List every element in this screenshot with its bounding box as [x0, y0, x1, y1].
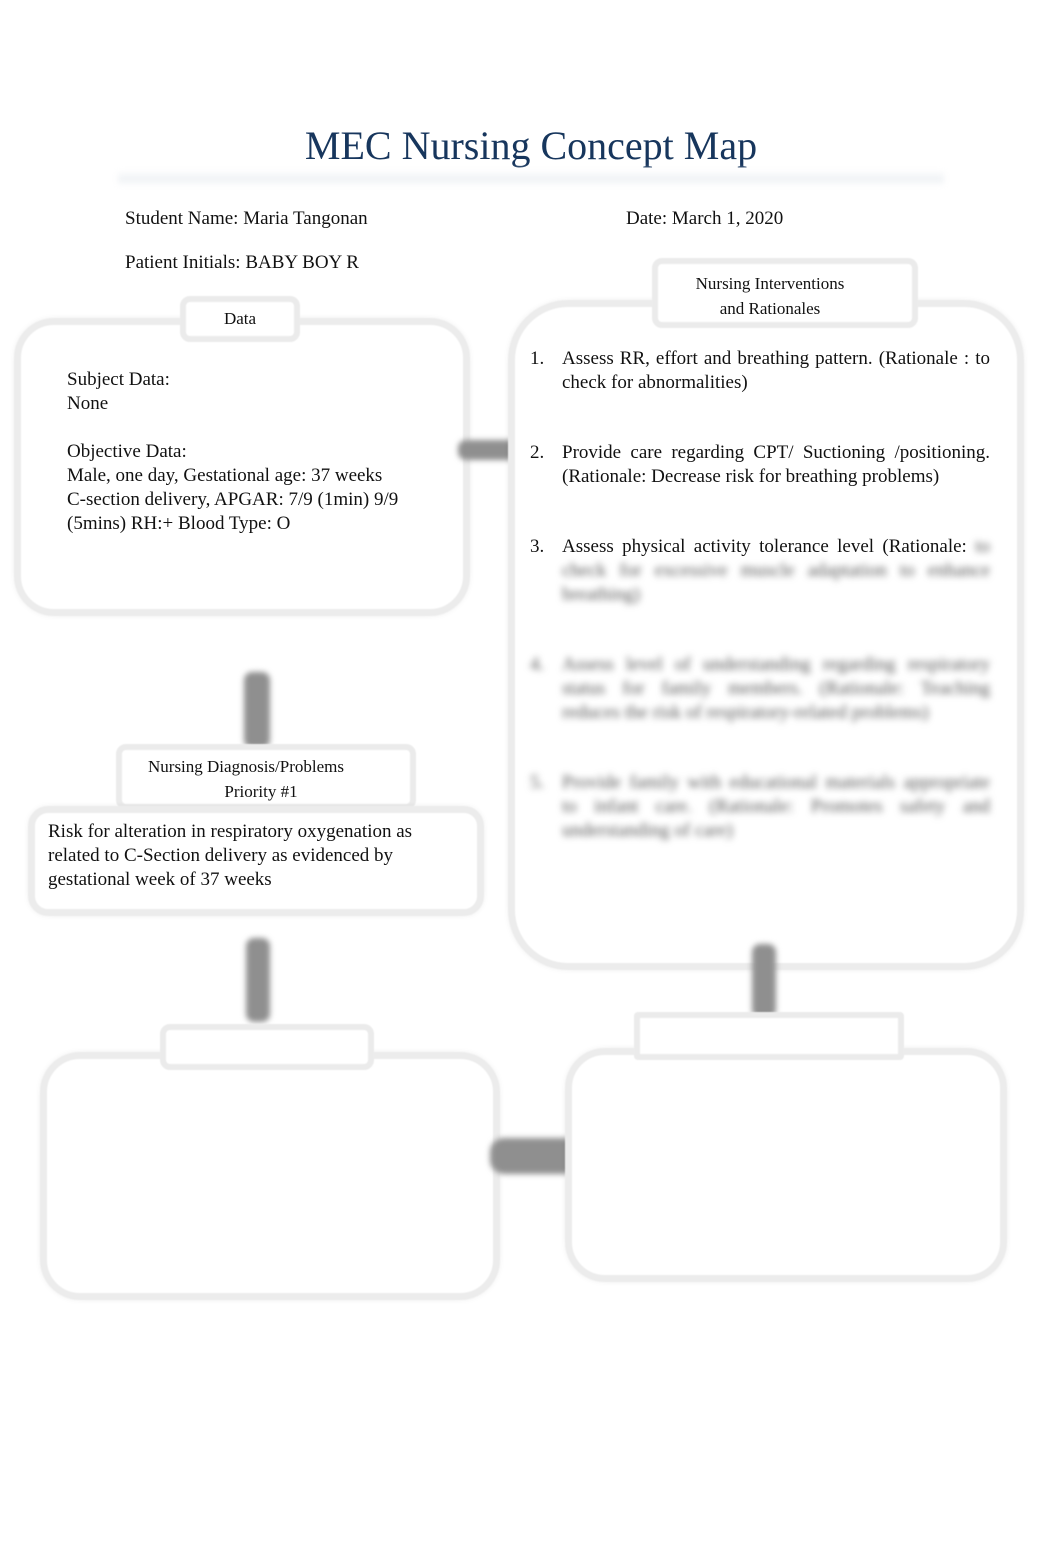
- intervention-item: 3. Assess physical activity tolerance le…: [530, 535, 990, 607]
- diagnosis-tab-label: Nursing Diagnosis/Problems Priority #1: [116, 754, 376, 804]
- intervention-text: Provide care regarding CPT/ Suctioning /…: [562, 442, 990, 487]
- intervention-item: 1. Assess RR, effort and breathing patte…: [530, 347, 990, 395]
- interventions-tab-label: Nursing Interventions and Rationales: [652, 271, 888, 321]
- vertical-arrow-connector: [246, 938, 270, 1022]
- interventions-list: 1. Assess RR, effort and breathing patte…: [530, 347, 990, 843]
- intervention-text-hidden: Provide family with educational material…: [562, 772, 990, 841]
- title-divider: [118, 170, 944, 186]
- intervention-text: Assess physical activity tolerance level…: [562, 536, 967, 557]
- intervention-number: 5.: [530, 772, 545, 793]
- bottom-right-tab: [634, 1012, 904, 1060]
- diagnosis-tab-line1: Nursing Diagnosis/Problems: [148, 757, 344, 776]
- intervention-text: Assess RR, effort and breathing pattern.…: [562, 348, 990, 393]
- diagnosis-tab-line2: Priority #1: [224, 782, 298, 801]
- page-title: MEC Nursing Concept Map: [304, 123, 758, 168]
- interventions-list-container: 1. Assess RR, effort and breathing patte…: [530, 347, 990, 843]
- data-box-content: Subject Data: None Objective Data: Male,…: [67, 368, 447, 536]
- intervention-number: 1.: [530, 348, 545, 369]
- intervention-number: 2.: [530, 442, 545, 463]
- interventions-tab-line1: Nursing Interventions: [695, 274, 845, 293]
- objective-line: Male, one day, Gestational age: 37 weeks: [67, 465, 383, 486]
- objective-line: C-section delivery, APGAR: 7/9 (1min) 9/…: [67, 489, 399, 510]
- subjective-heading: Subject Data:: [67, 369, 170, 390]
- vertical-arrow-connector: [244, 672, 270, 748]
- objective-heading: Objective Data:: [67, 441, 187, 462]
- evaluation-box-left: [40, 1052, 500, 1300]
- data-tab-label: Data: [223, 309, 257, 328]
- intervention-item: 5. Provide family with educational mater…: [530, 771, 990, 843]
- intervention-number: 4.: [530, 654, 545, 675]
- date: Date: March 1, 2020: [626, 208, 784, 229]
- intervention-number: 3.: [530, 536, 545, 557]
- objective-line: (5mins) RH:+ Blood Type: O: [67, 513, 291, 534]
- patient-initials: Patient Initials: BABY BOY R: [125, 252, 359, 273]
- vertical-arrow-connector: [752, 944, 776, 1018]
- diagnosis-text: Risk for alteration in respiratory oxyge…: [48, 821, 413, 890]
- intervention-item: 4. Assess level of understanding regardi…: [530, 653, 990, 725]
- student-name: Student Name: Maria Tangonan: [125, 208, 368, 229]
- bottom-left-tab: [160, 1024, 374, 1070]
- intervention-item: 2. Provide care regarding CPT/ Suctionin…: [530, 441, 990, 489]
- intervention-text-hidden: Assess level of understanding regarding …: [562, 654, 990, 723]
- subjective-value: None: [67, 393, 109, 414]
- evaluation-box-right: [565, 1048, 1007, 1282]
- interventions-tab-line2: and Rationales: [719, 299, 821, 318]
